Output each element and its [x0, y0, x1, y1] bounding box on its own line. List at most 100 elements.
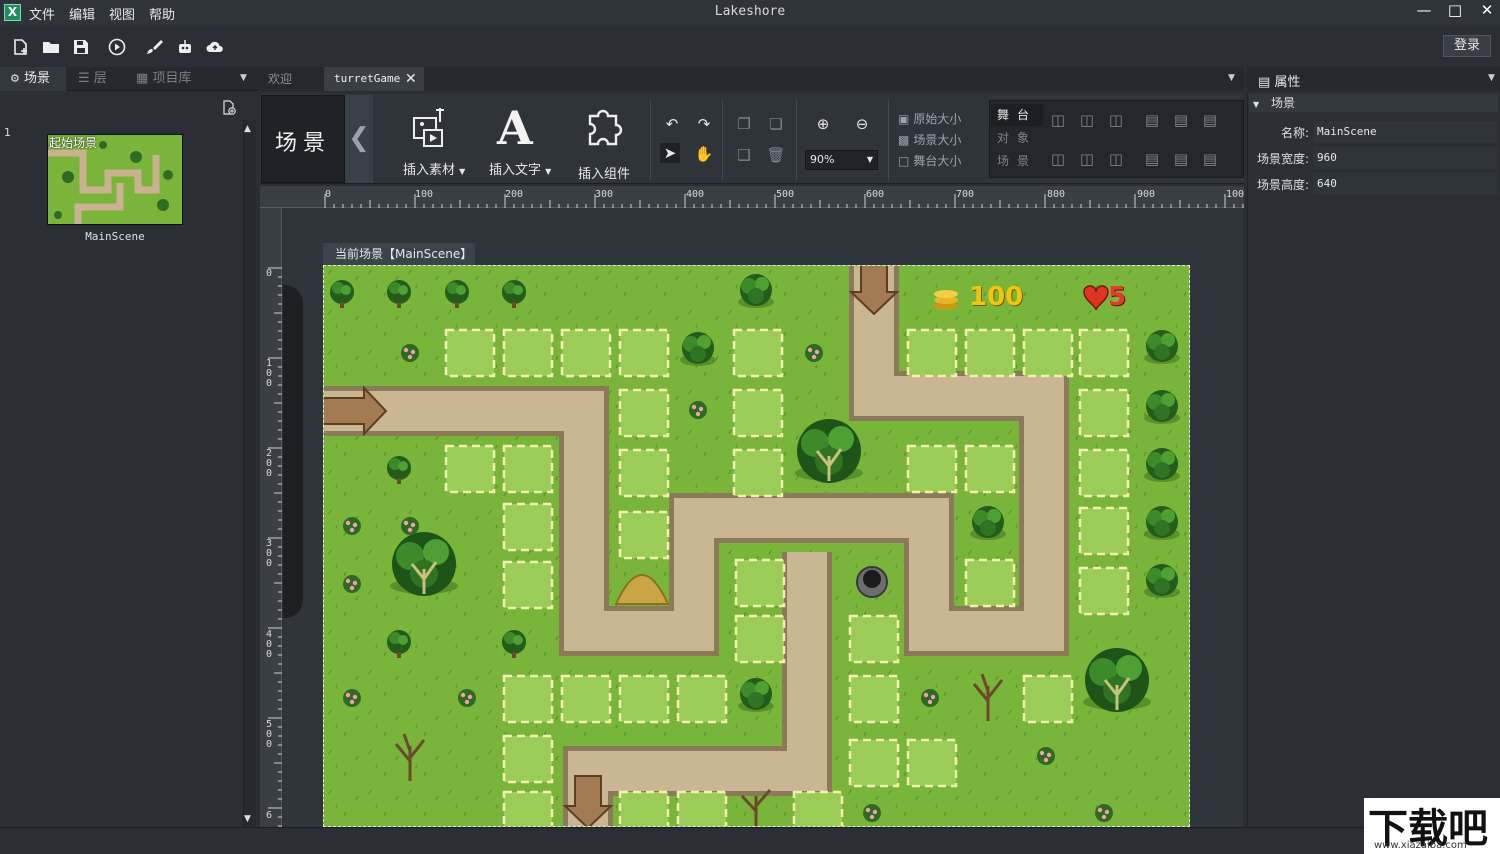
align-target-object[interactable]: 对象	[991, 127, 1043, 149]
align-target-stage[interactable]: 舞台	[991, 104, 1043, 126]
align-target-scene[interactable]: 场景	[991, 150, 1043, 172]
save-icon[interactable]	[72, 38, 90, 56]
align-right-icon[interactable]: ◫	[1106, 110, 1126, 130]
ruler-label: 400	[686, 189, 705, 200]
scene-thumbnail-caption: MainScene	[85, 230, 145, 243]
properties-icon: ▤	[1258, 75, 1271, 90]
close-tab-icon[interactable]: ✕	[405, 71, 417, 87]
prop-width-label: 场景宽度:	[1256, 152, 1309, 166]
distribute-center-icon[interactable]: ◫	[1077, 149, 1097, 169]
chevron-down-icon: ▼	[545, 167, 552, 176]
scene-size-option[interactable]: ▩ 场景大小	[898, 131, 961, 148]
scroll-down-icon[interactable]: ▼	[244, 814, 251, 824]
distribute-middle-icon[interactable]: ▤	[1171, 149, 1191, 169]
prop-name-label: 名称:	[1280, 126, 1309, 140]
scene-tree-icon: ⚙	[10, 72, 20, 85]
login-button[interactable]: 登录	[1443, 35, 1491, 57]
properties-title: ▤ 属性	[1258, 71, 1300, 90]
left-tabs-dropdown-icon[interactable]: ▼	[240, 73, 247, 83]
fit-original-icon: ▣	[898, 112, 910, 126]
align-middle-icon[interactable]: ▤	[1171, 110, 1191, 130]
ruler-label: 700	[956, 189, 975, 200]
align-left-icon[interactable]: ◫	[1048, 110, 1068, 130]
stage-curtain	[283, 285, 303, 618]
game-map	[324, 266, 1189, 826]
minimize-icon[interactable]: —	[1409, 0, 1439, 22]
ruler-label: 100	[265, 358, 273, 389]
original-size-option[interactable]: ▣ 原始大小	[898, 110, 961, 127]
paste-icon[interactable]: ❏	[766, 114, 786, 134]
ruler-label: 400	[265, 629, 273, 660]
ribbon-divider	[888, 100, 889, 180]
align-bottom-icon[interactable]: ▤	[1200, 110, 1220, 130]
prop-name-field[interactable]: MainScene	[1313, 121, 1498, 143]
open-folder-icon[interactable]	[42, 38, 60, 56]
current-scene-label: 当前场景【MainScene】	[323, 243, 475, 265]
insert-asset-label: 插入素材	[403, 163, 456, 178]
ruler-label: 6	[265, 810, 273, 821]
insert-asset-icon[interactable]	[410, 104, 450, 155]
tab-library[interactable]: ▦ 项目库	[136, 67, 216, 91]
delete-icon[interactable]: 🗑	[766, 145, 786, 165]
align-top-icon[interactable]: ▤	[1142, 110, 1162, 130]
insert-text-label: 插入文字	[489, 163, 542, 178]
properties-dropdown-icon[interactable]: ▼	[1488, 73, 1495, 83]
scene-thumbnail-title: 起始场景	[49, 136, 98, 150]
undo-icon[interactable]: ↶	[662, 114, 682, 134]
tab-welcome[interactable]: 欢迎	[258, 67, 322, 91]
play-icon[interactable]	[108, 38, 126, 56]
library-icon: ▦	[136, 71, 149, 86]
add-scene-icon[interactable]	[221, 100, 237, 119]
tab-scene-label: 场景	[24, 71, 51, 86]
doc-tabs-dropdown-icon[interactable]: ▼	[1228, 73, 1235, 83]
duplicate-icon[interactable]: ❑	[734, 145, 754, 165]
cloud-upload-icon[interactable]	[206, 38, 224, 56]
zoom-select[interactable]: 90% ▼	[805, 150, 878, 170]
properties-panel	[1247, 92, 1500, 827]
insert-asset-button[interactable]: 插入素材 ▼	[403, 159, 465, 178]
stage-size-option[interactable]: □ 舞台大小	[898, 152, 961, 169]
ruler-label: 300	[595, 189, 614, 200]
prop-height-field[interactable]: 640	[1313, 173, 1498, 195]
distribute-top-icon[interactable]: ▤	[1142, 149, 1162, 169]
ruler-label: 300	[265, 538, 273, 569]
align-center-h-icon[interactable]: ◫	[1077, 110, 1097, 130]
ruler-label: 500	[265, 719, 273, 750]
zoom-out-icon[interactable]: ⊖	[852, 114, 872, 134]
chevron-down-icon: ▼	[459, 167, 466, 176]
brush-icon[interactable]	[145, 38, 163, 56]
maximize-icon[interactable]: □	[1440, 0, 1470, 22]
insert-component-label[interactable]: 插入组件	[578, 163, 630, 182]
scene-list-scrollbar[interactable]	[243, 120, 256, 827]
original-size-label: 原始大小	[913, 112, 962, 126]
ruler-label: 0	[265, 268, 273, 279]
copy-icon[interactable]: ❐	[734, 114, 754, 134]
coin-counter: 100	[969, 282, 1024, 312]
select-pointer-icon[interactable]: ➤	[660, 143, 680, 163]
robot-icon[interactable]	[176, 38, 194, 56]
insert-text-icon[interactable]: A	[497, 102, 533, 154]
properties-section[interactable]: ▼ 场景	[1249, 94, 1498, 112]
insert-component-icon[interactable]	[580, 102, 628, 153]
scroll-up-icon[interactable]: ▲	[244, 124, 251, 134]
tab-library-label: 项目库	[152, 71, 192, 86]
redo-icon[interactable]: ↷	[694, 114, 714, 134]
fit-stage-icon: □	[898, 154, 910, 168]
tab-scene[interactable]: ⚙ 场景	[0, 67, 66, 91]
prop-width-field[interactable]: 960	[1313, 147, 1498, 169]
game-stage[interactable]	[323, 265, 1190, 827]
distribute-left-icon[interactable]: ◫	[1048, 149, 1068, 169]
zoom-in-icon[interactable]: ⊕	[813, 114, 833, 134]
insert-text-button[interactable]: 插入文字 ▼	[489, 159, 551, 178]
distribute-right-icon[interactable]: ◫	[1106, 149, 1126, 169]
ruler-label: 200	[505, 189, 524, 200]
collapse-ribbon-icon[interactable]: ❮	[345, 95, 373, 183]
properties-section-label: 场景	[1270, 96, 1295, 110]
distribute-bottom-icon[interactable]: ▤	[1200, 149, 1220, 169]
status-bar	[0, 827, 1500, 854]
close-icon[interactable]: ✕	[1472, 0, 1500, 22]
ribbon-divider	[650, 100, 651, 180]
tab-layers[interactable]: ☰ 层	[78, 67, 126, 91]
new-file-icon[interactable]	[12, 38, 30, 56]
pan-hand-icon[interactable]: ✋	[694, 144, 714, 164]
